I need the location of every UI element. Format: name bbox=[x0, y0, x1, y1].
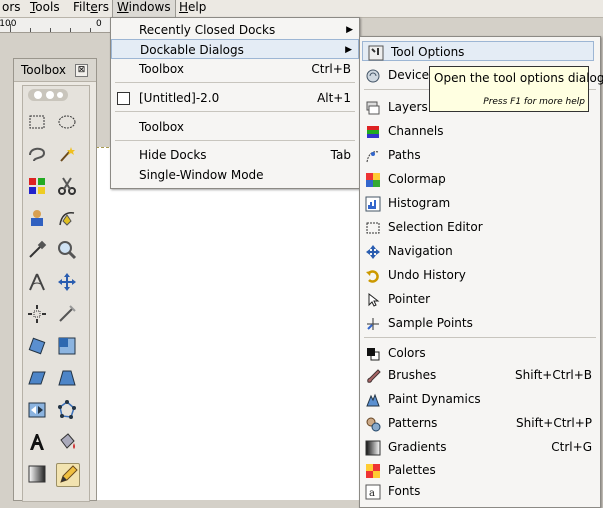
gradients-icon bbox=[365, 440, 381, 456]
menu-item-undo-history[interactable]: Undo History bbox=[360, 265, 600, 285]
bucket-fill-tool-icon[interactable] bbox=[56, 431, 78, 453]
menu-item-single-window-mode[interactable]: Single-Window Mode bbox=[111, 165, 359, 185]
ruler-tick bbox=[10, 24, 11, 32]
crop-tool-icon[interactable] bbox=[56, 303, 78, 325]
scale-tool-icon[interactable] bbox=[56, 335, 78, 357]
sample-points-icon bbox=[367, 318, 379, 330]
paint-dynamics-icon bbox=[366, 393, 380, 407]
cage-transform-tool-icon[interactable] bbox=[56, 399, 78, 421]
fonts-icon: a bbox=[365, 484, 381, 500]
color-picker-tool-icon[interactable] bbox=[26, 239, 48, 261]
menu-item-histogram[interactable]: Histogram bbox=[360, 193, 600, 213]
flip-tool-icon[interactable] bbox=[26, 399, 48, 421]
menu-separator bbox=[115, 140, 355, 141]
menu-item-patterns[interactable]: Patterns Shift+Ctrl+P bbox=[360, 413, 600, 433]
menu-item-selection-editor[interactable]: Selection Editor bbox=[360, 217, 600, 237]
ruler-tick bbox=[90, 28, 91, 32]
select-by-color-tool-icon[interactable] bbox=[26, 175, 48, 197]
menu-item-brushes[interactable]: Brushes Shift+Ctrl+B bbox=[360, 365, 600, 385]
pointer-icon bbox=[368, 292, 380, 307]
measure-tool-icon[interactable] bbox=[26, 271, 48, 293]
menu-item-gradients[interactable]: Gradients Ctrl+G bbox=[360, 437, 600, 457]
menu-windows[interactable]: Windows bbox=[112, 0, 176, 17]
menu-item-fonts[interactable]: a Fonts bbox=[360, 481, 600, 501]
menu-item-tool-options[interactable]: Tool Options bbox=[362, 41, 594, 61]
paths-icon bbox=[366, 151, 380, 163]
device-status-icon bbox=[366, 69, 380, 83]
menu-item-sample-points[interactable]: Sample Points bbox=[360, 313, 600, 333]
shear-tool-icon[interactable] bbox=[26, 367, 48, 389]
align-tool-icon[interactable] bbox=[26, 303, 48, 325]
tooltip-text: Open the tool options dialog bbox=[434, 71, 603, 85]
menu-help[interactable]: Help bbox=[175, 0, 210, 17]
menu-item-dockable-dialogs[interactable]: Dockable Dialogs ▶ bbox=[111, 39, 359, 59]
ruler-tick bbox=[50, 28, 51, 32]
navigation-icon bbox=[366, 245, 380, 259]
selection-editor-icon bbox=[366, 222, 380, 234]
undo-history-icon bbox=[366, 270, 379, 283]
svg-text:a: a bbox=[369, 488, 375, 499]
menu-item-colors[interactable]: Colors bbox=[360, 343, 600, 363]
horizontal-ruler: -100 0 bbox=[0, 18, 110, 33]
channels-icon bbox=[367, 126, 379, 138]
menu-item-recently-closed-docks[interactable]: Recently Closed Docks ▶ bbox=[111, 20, 359, 40]
menu-filters[interactable]: Filters bbox=[69, 0, 113, 17]
foreground-select-tool-icon[interactable] bbox=[26, 207, 48, 229]
menu-item-paths[interactable]: Paths bbox=[360, 145, 600, 165]
rotate-tool-icon[interactable] bbox=[26, 335, 48, 357]
menu-item-paint-dynamics[interactable]: Paint Dynamics bbox=[360, 389, 600, 409]
histogram-icon bbox=[365, 196, 381, 212]
ruler-tick bbox=[70, 28, 71, 32]
checkbox-icon bbox=[117, 92, 130, 105]
menu-item-palettes[interactable]: Palettes bbox=[360, 460, 600, 480]
brushes-icon bbox=[367, 369, 381, 383]
menu-item-navigation[interactable]: Navigation bbox=[360, 241, 600, 261]
close-icon[interactable]: ⊠ bbox=[75, 64, 88, 77]
ruler-label: -100 bbox=[0, 19, 17, 29]
text-tool-icon[interactable] bbox=[26, 431, 48, 453]
menu-item-channels[interactable]: Channels bbox=[360, 121, 600, 141]
menu-image-partial[interactable]: ors bbox=[0, 0, 25, 17]
submenu-arrow-icon: ▶ bbox=[346, 25, 353, 35]
colormap-icon bbox=[366, 173, 380, 187]
ellipse-select-tool-icon[interactable] bbox=[56, 111, 78, 133]
tool-options-tooltip: Open the tool options dialog Press F1 fo… bbox=[429, 66, 603, 112]
toolbox-window: Toolbox ⊠ bbox=[13, 58, 97, 502]
menu-item-toolbox-dock[interactable]: Toolbox bbox=[111, 117, 359, 137]
toolbox-title: Toolbox bbox=[21, 63, 66, 77]
pencil-tool-icon[interactable] bbox=[56, 463, 80, 487]
ruler-label: 0 bbox=[96, 19, 102, 29]
move-tool-icon[interactable] bbox=[56, 271, 78, 293]
image-canvas[interactable] bbox=[96, 147, 360, 500]
menu-item-untitled-image[interactable]: [Untitled]-2.0 Alt+1 bbox=[111, 88, 359, 108]
perspective-tool-icon[interactable] bbox=[56, 367, 78, 389]
paths-tool-icon[interactable] bbox=[56, 207, 78, 229]
menu-separator bbox=[115, 111, 355, 112]
tooltip-hint: Press F1 for more help bbox=[483, 97, 585, 107]
menu-separator bbox=[364, 337, 596, 338]
rect-select-tool-icon[interactable] bbox=[26, 111, 48, 133]
submenu-arrow-icon: ▶ bbox=[345, 45, 352, 55]
colors-icon bbox=[367, 348, 380, 361]
fuzzy-select-tool-icon[interactable] bbox=[56, 143, 78, 165]
layers-icon bbox=[366, 101, 380, 115]
free-select-tool-icon[interactable] bbox=[26, 143, 48, 165]
patterns-icon bbox=[366, 417, 381, 432]
tool-options-icon bbox=[368, 45, 384, 61]
menu-item-colormap[interactable]: Colormap bbox=[360, 169, 600, 189]
menu-item-hide-docks[interactable]: Hide Docks Tab bbox=[111, 145, 359, 165]
menu-separator bbox=[115, 82, 355, 83]
menu-tools[interactable]: Tools bbox=[26, 0, 64, 17]
ruler-tick bbox=[30, 28, 31, 32]
toolbox-titlebar[interactable]: Toolbox ⊠ bbox=[14, 59, 96, 82]
palettes-icon bbox=[366, 464, 380, 478]
scissors-tool-icon[interactable] bbox=[56, 175, 78, 197]
blend-tool-icon[interactable] bbox=[26, 463, 48, 485]
windows-menu: Recently Closed Docks ▶ Dockable Dialogs… bbox=[110, 17, 360, 189]
wilber-logo-icon bbox=[28, 89, 68, 101]
menu-item-toolbox[interactable]: Toolbox Ctrl+B bbox=[111, 59, 359, 79]
menu-item-pointer[interactable]: Pointer bbox=[360, 289, 600, 309]
menubar: ors Tools Filters Windows Help bbox=[0, 0, 603, 18]
zoom-tool-icon[interactable] bbox=[56, 239, 78, 261]
